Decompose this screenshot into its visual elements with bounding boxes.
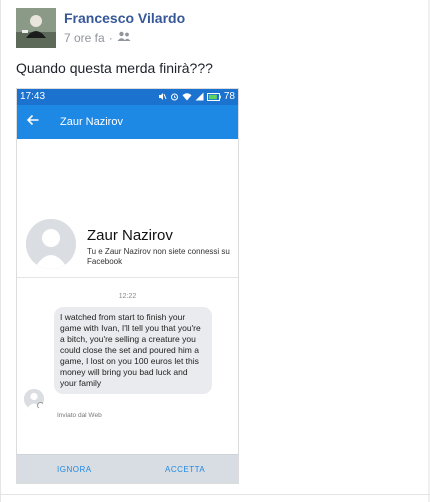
signal-icon	[195, 92, 204, 101]
phone-status-bar: 17:43 78	[17, 89, 238, 105]
battery-icon	[206, 92, 221, 101]
author-avatar[interactable]	[16, 8, 56, 48]
friends-icon[interactable]	[117, 31, 131, 45]
accept-button[interactable]: ACCETTA	[165, 465, 205, 474]
mute-icon	[158, 93, 167, 100]
post-timestamp[interactable]: 7 ore fa	[64, 31, 105, 45]
connection-status: Tu e Zaur Nazirov non siete connessi su …	[87, 247, 230, 266]
sent-via-label: Inviato dal Web	[57, 412, 102, 419]
post-bottom-divider	[0, 494, 430, 495]
sender-avatar[interactable]	[24, 389, 44, 409]
message-bubble[interactable]: I watched from start to finish your game…	[54, 307, 212, 394]
messenger-toolbar: Zaur Nazirov	[17, 105, 238, 139]
status-icons: 78	[158, 91, 235, 102]
request-action-bar: IGNORA ACCETTA	[17, 454, 238, 483]
profile-avatar[interactable]	[26, 219, 76, 269]
battery-level: 78	[223, 91, 235, 102]
conversation-title: Zaur Nazirov	[60, 116, 123, 128]
facebook-post: Francesco Vilardo 7 ore fa · Quando ques…	[0, 0, 430, 502]
back-arrow-icon[interactable]	[26, 113, 40, 132]
alarm-icon	[170, 93, 178, 101]
profile-name: Zaur Nazirov	[87, 227, 173, 244]
post-status-text: Quando questa merda finirà???	[16, 60, 213, 76]
wifi-icon	[182, 93, 192, 101]
divider	[17, 277, 238, 278]
ignore-button[interactable]: IGNORA	[57, 465, 92, 474]
message-time: 12:22	[118, 293, 137, 300]
attached-screenshot[interactable]: 17:43 78 Zaur Nazirov Zaur Nazirov Tu e …	[16, 88, 239, 484]
web-badge-icon	[37, 402, 44, 409]
left-border	[0, 0, 1, 502]
meta-separator: ·	[108, 31, 113, 45]
author-name[interactable]: Francesco Vilardo	[64, 10, 185, 26]
status-time: 17:43	[20, 91, 46, 102]
post-meta: 7 ore fa ·	[64, 31, 131, 45]
